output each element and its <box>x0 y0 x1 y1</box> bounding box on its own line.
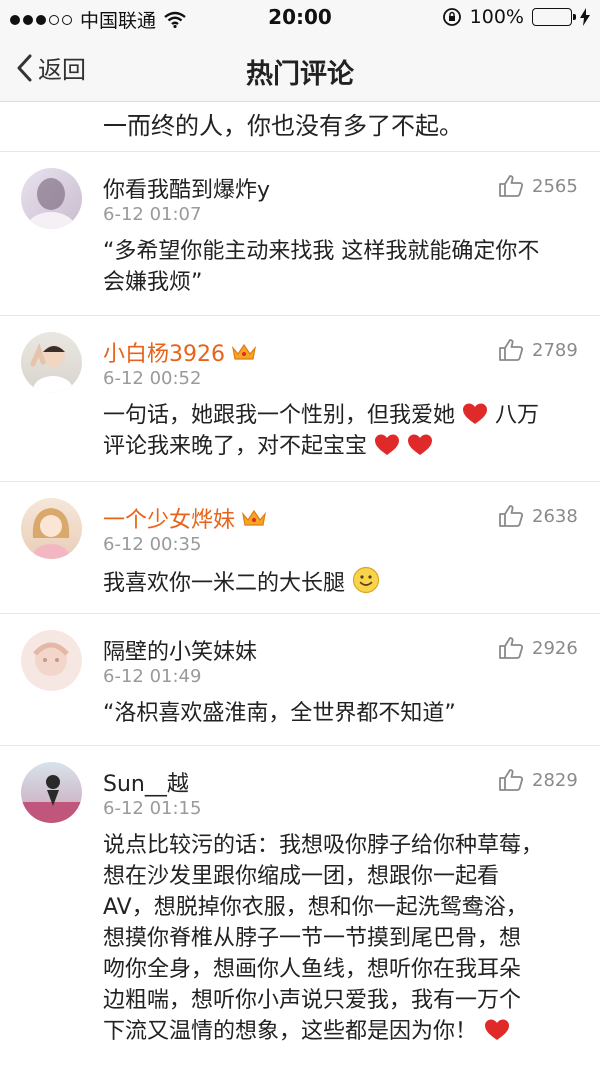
comment-text-line: 想摸你脊椎从脖子一节一节摸到尾巴骨，想 <box>103 926 522 951</box>
like-count: 2638 <box>532 505 578 527</box>
nav-bar: 返回 热门评论 <box>0 34 600 102</box>
comment-item[interactable]: 小白杨3926 6-12 00:52 2789 一句话，她跟我一个性别，但我爱她… <box>0 316 600 482</box>
avatar[interactable] <box>21 498 82 559</box>
status-bar: 中国联通 20:00 100% <box>0 0 600 34</box>
comment-text-segment: 评论我来晚了，对不起宝宝 <box>103 434 368 459</box>
thumbs-up-icon <box>499 505 524 527</box>
heart-icon <box>463 403 488 424</box>
username[interactable]: 你看我酷到爆炸y <box>103 172 270 204</box>
comment-text-segment: 下流又温情的想象，这些都是因为你！ <box>103 1019 478 1044</box>
comment-text: “多希望你能主动来找我 这样我就能确定你不 会嫌我烦” <box>103 236 583 298</box>
comment-list: 一而终的人，你也没有多了不起。 你看我酷到爆炸y 6-12 01:07 2565… <box>0 102 600 1067</box>
comment-time: 6-12 00:35 <box>103 534 202 555</box>
charging-icon <box>580 8 590 26</box>
heart-icon <box>375 434 400 455</box>
avatar[interactable] <box>21 168 82 229</box>
comment-text-line: 评论我来晚了，对不起宝宝 <box>103 431 583 462</box>
thumbs-up-icon <box>499 339 524 361</box>
username-text: 一个少女烨妹 <box>103 508 236 533</box>
like-button[interactable]: 2829 <box>498 768 578 792</box>
comment-text-line: 会嫌我烦” <box>103 270 203 295</box>
comment-item[interactable]: 一个少女烨妹 6-12 00:35 2638 我喜欢你一米二的大长腿 <box>0 482 600 614</box>
smile-icon <box>352 566 380 594</box>
comment-text-line: 说点比较污的话：我想吸你脖子给你种草莓， <box>103 833 544 858</box>
comment-text-line: 一句话，她跟我一个性别，但我爱她 八万 <box>103 400 583 431</box>
comment-time: 6-12 01:15 <box>103 798 202 819</box>
username-text: 小白杨3926 <box>103 342 225 367</box>
comment-text-segment: 我喜欢你一米二的大长腿 <box>103 571 346 596</box>
comment-text-segment: 一句话，她跟我一个性别，但我爱她 <box>103 403 456 428</box>
crown-icon <box>242 509 267 526</box>
username[interactable]: 一个少女烨妹 <box>103 502 267 534</box>
comment-text-line: 吻你全身，想画你人鱼线，想听你在我耳朵 <box>103 957 522 982</box>
thumbs-up-icon <box>499 175 524 197</box>
username[interactable]: 小白杨3926 <box>103 336 257 368</box>
comment-item[interactable]: 隔壁的小笑妹妹 6-12 01:49 2926 “洛枳喜欢盛淮南，全世界都不知道… <box>0 614 600 746</box>
comment-time: 6-12 01:07 <box>103 204 202 225</box>
comment-text-line: 想在沙发里跟你缩成一团，想跟你一起看 <box>103 864 500 889</box>
status-right: 100% <box>442 6 590 28</box>
battery-icon <box>532 8 576 26</box>
crown-icon <box>232 343 256 360</box>
page-title: 热门评论 <box>246 59 354 90</box>
battery-percent: 100% <box>469 6 524 28</box>
like-button[interactable]: 2565 <box>498 174 578 198</box>
like-count: 2829 <box>532 769 578 791</box>
avatar[interactable] <box>21 332 82 393</box>
comment-text-line: “多希望你能主动来找我 这样我就能确定你不 <box>103 239 540 264</box>
comment-text: 说点比较污的话：我想吸你脖子给你种草莓， 想在沙发里跟你缩成一团，想跟你一起看 … <box>103 830 583 1047</box>
thumbs-up-icon <box>499 637 524 659</box>
comment-item[interactable]: 你看我酷到爆炸y 6-12 01:07 2565 “多希望你能主动来找我 这样我… <box>0 152 600 316</box>
like-button[interactable]: 2926 <box>498 636 578 660</box>
rotation-lock-icon <box>442 8 461 26</box>
like-count: 2926 <box>532 637 578 659</box>
partial-comment-text: 一而终的人，你也没有多了不起。 <box>0 102 600 152</box>
comment-text: 一句话，她跟我一个性别，但我爱她 八万 评论我来晚了，对不起宝宝 <box>103 400 583 462</box>
comment-text-line: AV，想脱掉你衣服，想和你一起洗鸳鸯浴， <box>103 895 528 920</box>
comment-item[interactable]: Sun__越 6-12 01:15 2829 说点比较污的话：我想吸你脖子给你种… <box>0 746 600 1067</box>
comment-text: 我喜欢你一米二的大长腿 <box>103 566 583 599</box>
like-button[interactable]: 2638 <box>498 504 578 528</box>
like-count: 2789 <box>532 339 578 361</box>
username[interactable]: Sun__越 <box>103 766 189 798</box>
like-count: 2565 <box>532 175 578 197</box>
comment-text-segment: 八万 <box>495 403 540 428</box>
username[interactable]: 隔壁的小笑妹妹 <box>103 634 257 666</box>
like-button[interactable]: 2789 <box>498 338 578 362</box>
comment-text-line: 边粗喘，想听你小声说只爱我，我有一万个 <box>103 988 522 1013</box>
comment-time: 6-12 00:52 <box>103 368 202 389</box>
comment-text: “洛枳喜欢盛淮南，全世界都不知道” <box>103 701 456 726</box>
avatar[interactable] <box>21 762 82 823</box>
avatar[interactable] <box>21 630 82 691</box>
heart-icon <box>408 434 433 455</box>
heart-icon <box>485 1019 510 1040</box>
thumbs-up-icon <box>499 769 524 791</box>
comment-time: 6-12 01:49 <box>103 666 202 687</box>
comment-text-line: 下流又温情的想象，这些都是因为你！ <box>103 1016 583 1047</box>
